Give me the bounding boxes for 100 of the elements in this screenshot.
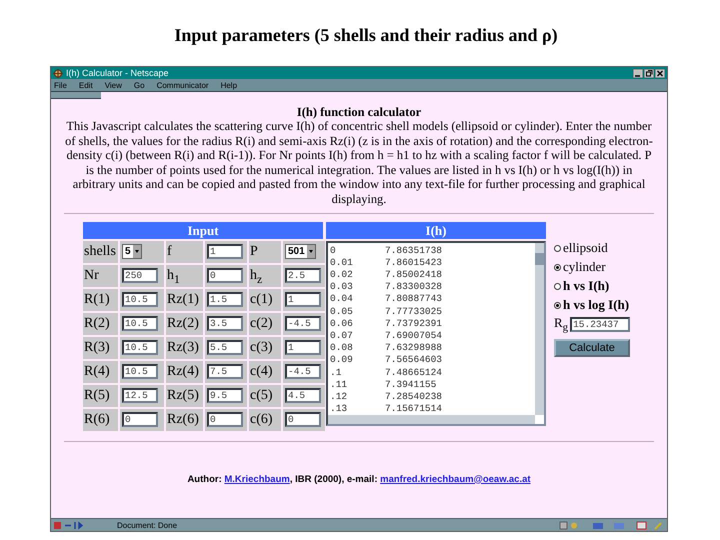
input-field[interactable]: 2.5 — [285, 268, 321, 284]
input-header: Input — [83, 222, 323, 239]
input-field[interactable]: 12.5 — [122, 388, 158, 404]
input-field[interactable]: 3.5 — [207, 316, 243, 332]
select-field[interactable]: 5 — [122, 244, 142, 260]
parameter-label: c(5) — [249, 384, 281, 407]
parameter-label: c(3) — [249, 336, 281, 359]
parameter-label: Rz(1) — [166, 288, 203, 311]
intensity-value: 7.80887743 — [385, 293, 442, 306]
parameter-label: shells — [83, 240, 118, 263]
parameter-label: R(2) — [83, 312, 118, 335]
input-field[interactable]: 10.5 — [122, 340, 158, 356]
parameter-label: c(2) — [249, 312, 281, 335]
h-value: 0.07 — [330, 330, 354, 342]
minimize-icon[interactable] — [633, 68, 643, 78]
status-text: Document: Done — [117, 520, 178, 530]
menu-item[interactable]: File — [54, 80, 67, 90]
input-field[interactable]: 1 — [285, 340, 321, 356]
window-title: I(h) Calculator - Netscape — [66, 67, 170, 79]
caret-icon[interactable] — [306, 245, 315, 258]
h-value: .13 — [330, 403, 348, 416]
option-label: h vs log I(h) — [563, 297, 630, 314]
input-field[interactable]: 5.5 — [207, 340, 243, 356]
h-value: 0.02 — [330, 268, 354, 282]
intensity-value: 7.28540238 — [385, 391, 442, 404]
radio-button[interactable] — [554, 264, 561, 271]
status-icons-drawing — [53, 520, 83, 530]
intensity-value: 7.77733025 — [385, 306, 442, 318]
intensity-value: 7.69007054 — [385, 330, 442, 342]
rg-label: R$_{g}$ — [554, 315, 568, 334]
slide-title: Input parameters (5 shells and their radius and ρ) — [173, 24, 559, 47]
email-link[interactable]: manfred.kriechbaum@oeaw.ac.at — [380, 474, 531, 485]
input-field[interactable]: 10.5 — [122, 364, 158, 380]
radio-button[interactable] — [554, 302, 561, 309]
vertical-scrollbar[interactable] — [535, 242, 544, 415]
restore-icon[interactable] — [644, 68, 654, 78]
calculate-button[interactable]: Calculate — [554, 338, 630, 357]
input-field[interactable]: 10.5 — [122, 316, 158, 332]
author-link[interactable]: M.Kriechbaum — [224, 474, 290, 485]
parameter-label: Nr — [83, 264, 118, 287]
h-value: .12 — [330, 391, 348, 404]
parameter-label: R(1) — [83, 288, 118, 311]
input-field[interactable]: -4.5 — [285, 316, 321, 332]
option-label: cylinder — [563, 259, 606, 276]
input-field[interactable]: 0 — [207, 412, 243, 428]
select-field[interactable]: 501 — [285, 244, 316, 260]
input-field[interactable]: 10.5 — [122, 292, 158, 308]
parameter-label: R(5) — [83, 384, 118, 407]
input-field[interactable]: 0 — [285, 412, 321, 428]
input-field[interactable]: 9.5 — [207, 388, 243, 404]
intensity-value: 7.48665124 — [385, 366, 442, 379]
h-value: 0.01 — [330, 256, 354, 269]
output-header: I(h) — [326, 222, 546, 239]
input-field[interactable]: 1.5 — [207, 292, 243, 308]
parameter-label: h$_{1}$ — [166, 264, 203, 287]
intensity-value: 7.86015423 — [385, 256, 442, 269]
caret-icon[interactable] — [132, 245, 141, 258]
input-field[interactable]: 0 — [207, 268, 243, 284]
radio-button[interactable] — [554, 244, 561, 252]
input-field[interactable]: -4.5 — [285, 364, 321, 380]
menu-item[interactable]: Edit — [78, 80, 93, 90]
intensity-value: 7.56564603 — [385, 354, 442, 367]
output-textarea[interactable] — [326, 240, 546, 426]
close-icon[interactable] — [655, 68, 665, 78]
radio-button[interactable] — [554, 282, 561, 290]
page-heading: I(h) function calculator — [296, 105, 422, 119]
input-field[interactable]: 1 — [285, 292, 321, 308]
input-field[interactable]: 7.5 — [207, 364, 243, 380]
rg-field[interactable]: 15.23437 — [570, 317, 630, 332]
intensity-value: 7.85002418 — [385, 268, 442, 282]
intensity-value: 7.15671514 — [385, 403, 442, 416]
app-icon — [53, 68, 63, 78]
parameter-label: h$_{z}$ — [249, 264, 281, 287]
parameter-label: R(6) — [83, 408, 118, 431]
parameter-label: Rz(3) — [166, 336, 203, 359]
menu-item[interactable]: View — [104, 80, 122, 90]
menu-item[interactable]: Go — [134, 80, 145, 90]
menu-item[interactable]: Communicator — [156, 80, 209, 90]
description-text: This Javascript calculates the scattering curve I(h) of concentric shell models (ellipsoid or cylinder). Enter the number of shells, the values for the radius R(i) and semi-axis Rz(i) (z is in the axis of rotation) and the corresponding electron-density c(i) (between R(i) and R(i-1)). For Nr points I(h) from h = h1 to hz with a scaling factor f will be calculated. P is the number of points used for the numerical integration. The values are listed in h vs I(h) or h vs log(I(h)) in arbitrary units and can be copied and pasted from the window into any text-file for further processing and graphical displaying. — [64, 119, 654, 207]
h-value: 0 — [330, 244, 337, 257]
menu-item[interactable]: Help — [220, 80, 238, 90]
h-value: 0.06 — [330, 318, 354, 330]
parameter-label: f — [166, 240, 203, 263]
parameter-label: Rz(6) — [166, 408, 203, 431]
input-field[interactable]: 1 — [207, 244, 243, 260]
parameter-label: Rz(2) — [166, 312, 203, 335]
input-field[interactable]: 250 — [122, 268, 158, 284]
intensity-value: 7.83300328 — [385, 281, 442, 294]
horizontal-scrollbar[interactable] — [328, 414, 535, 424]
parameter-label: c(1) — [249, 288, 281, 311]
h-value: 0.04 — [330, 293, 354, 306]
h-value: 0.03 — [330, 281, 354, 294]
h-value: .11 — [330, 378, 348, 391]
author-line: Author: M.Kriechbaum, IBR (2000), e-mail: manfred.kriechbaum@oeaw.ac.at — [187, 474, 531, 485]
parameter-label: R(4) — [83, 360, 118, 383]
h-value: 0.09 — [330, 354, 354, 367]
input-field[interactable]: 4.5 — [285, 388, 321, 404]
input-field[interactable]: 0 — [122, 412, 158, 428]
intensity-value: 7.3941155 — [385, 378, 436, 391]
option-label: ellipsoid — [563, 240, 608, 256]
